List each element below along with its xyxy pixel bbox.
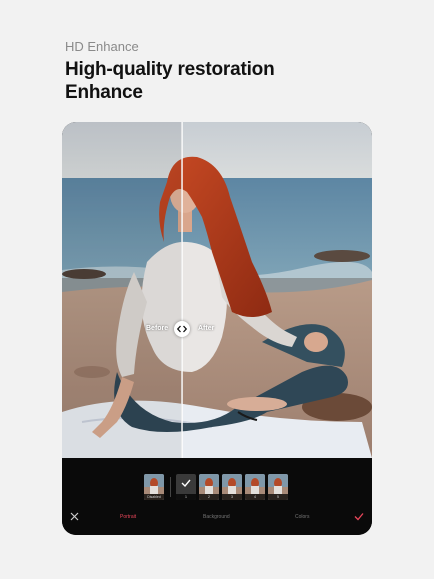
before-label: Before <box>146 325 169 332</box>
filter-strip: Disabled 1 2 3 4 5 <box>62 474 372 504</box>
page-headline: High-quality restoration Enhance <box>65 58 275 104</box>
filter-thumb-disabled[interactable]: Disabled <box>144 474 164 500</box>
filter-thumb-3[interactable]: 3 <box>222 474 242 500</box>
filter-thumb-4[interactable]: 4 <box>245 474 265 500</box>
thumb-caption: Disabled <box>144 494 164 500</box>
headline-line-2: Enhance <box>65 82 143 103</box>
confirm-check-icon[interactable] <box>354 512 364 521</box>
thumb-caption: 2 <box>199 494 219 500</box>
beach-portrait-photo <box>62 122 372 458</box>
filter-thumb-2[interactable]: 2 <box>199 474 219 500</box>
section-subtitle: HD Enhance <box>65 39 139 54</box>
thumb-caption: 3 <box>222 494 242 500</box>
after-label: After <box>198 325 215 332</box>
thumb-divider <box>170 477 171 497</box>
close-icon[interactable] <box>70 512 79 521</box>
tab-portrait[interactable]: Portrait <box>120 514 136 520</box>
filter-thumb-5[interactable]: 5 <box>268 474 288 500</box>
filter-thumb-1[interactable]: 1 <box>176 474 196 500</box>
left-right-arrows-icon <box>177 325 187 333</box>
thumb-caption: 1 <box>176 494 196 500</box>
thumb-caption: 5 <box>268 494 288 500</box>
tab-colors[interactable]: Colors <box>295 514 309 520</box>
thumb-caption: 4 <box>245 494 265 500</box>
headline-line-1: High-quality restoration <box>65 59 275 80</box>
photo-canvas[interactable] <box>62 122 372 458</box>
checkmark-icon <box>181 479 191 487</box>
app-preview: Before After Disabled 1 2 3 4 5 Portrait… <box>62 122 372 535</box>
tab-background[interactable]: Background <box>203 514 230 520</box>
edit-toolbar: Disabled 1 2 3 4 5 Portrait Background C… <box>62 458 372 535</box>
compare-slider-handle[interactable] <box>174 321 190 337</box>
